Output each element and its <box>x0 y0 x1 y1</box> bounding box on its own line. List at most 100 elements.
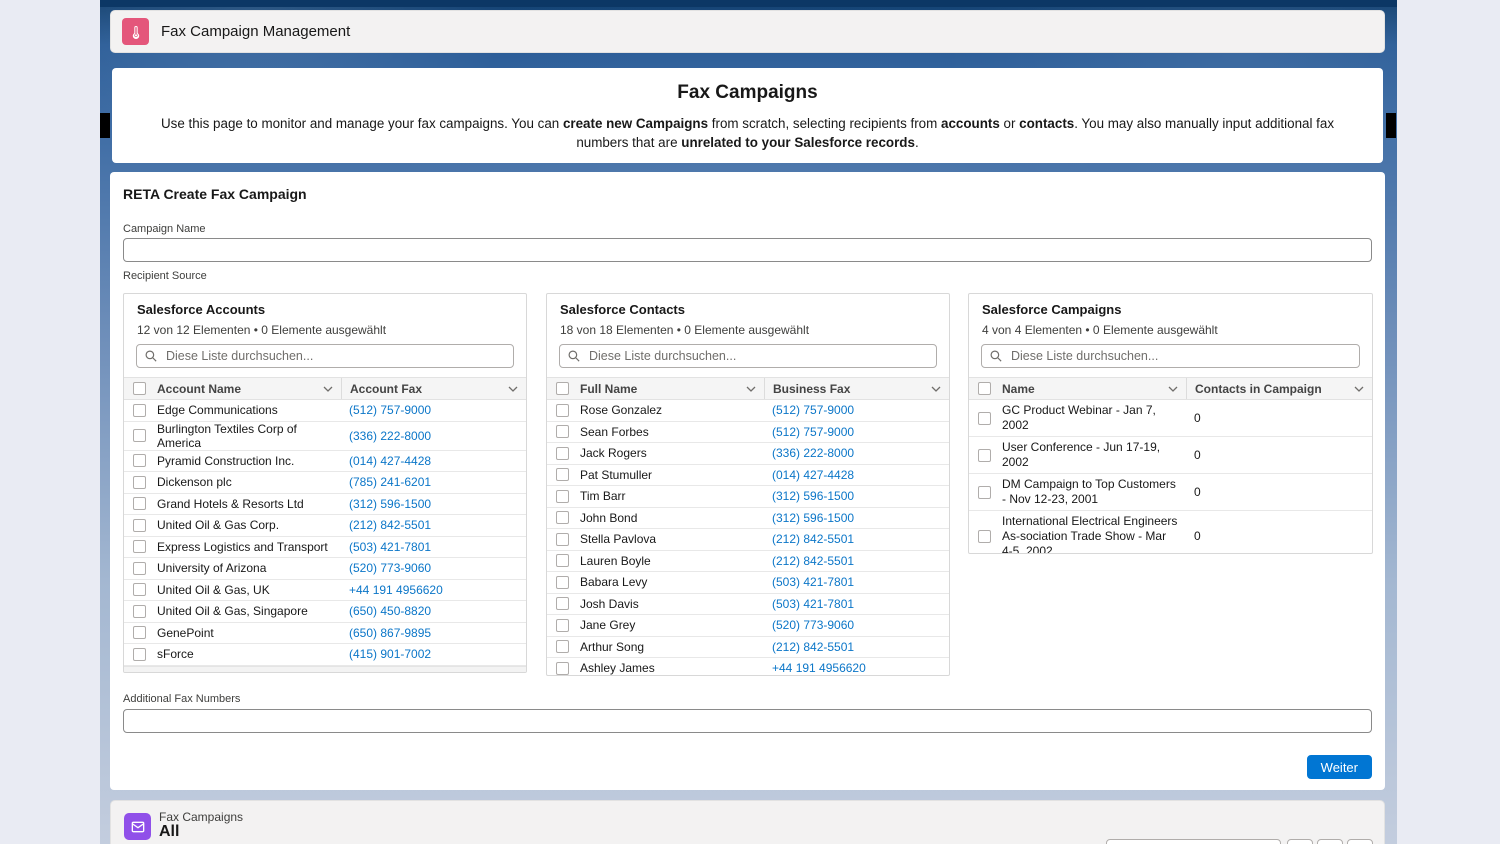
row-check-cell <box>547 490 577 503</box>
footer-toolbar-button-2[interactable] <box>1317 839 1343 844</box>
fax-link[interactable]: (212) 842-5501 <box>772 554 854 568</box>
row-checkbox[interactable] <box>133 648 146 661</box>
row-checkbox[interactable] <box>556 468 569 481</box>
fax-link[interactable]: +44 191 4956620 <box>772 661 866 675</box>
row-checkbox[interactable] <box>133 476 146 489</box>
row-checkbox[interactable] <box>556 619 569 632</box>
additional-fax-input[interactable] <box>123 709 1372 733</box>
fax-link[interactable]: (503) 421-7801 <box>772 597 854 611</box>
column-header-name[interactable]: Name <box>999 378 1186 399</box>
row-checkbox[interactable] <box>556 425 569 438</box>
row-checkbox[interactable] <box>133 404 146 417</box>
row-check-cell <box>547 619 577 632</box>
fax-campaigns-list-card: Fax Campaigns All <box>110 800 1385 844</box>
fax-link[interactable]: +44 191 4956620 <box>349 583 443 597</box>
weiter-button[interactable]: Weiter <box>1307 755 1372 779</box>
cell-name: sForce <box>154 647 341 661</box>
column-header-account-name[interactable]: Account Name <box>154 378 341 399</box>
table-row: Jack Rogers(336) 222-8000 <box>547 443 949 465</box>
contacts-search-input[interactable] <box>587 348 928 364</box>
row-checkbox[interactable] <box>133 583 146 596</box>
row-checkbox[interactable] <box>978 486 991 499</box>
chevron-down-icon <box>746 386 756 392</box>
fax-link[interactable]: (336) 222-8000 <box>349 429 431 443</box>
row-checkbox[interactable] <box>556 533 569 546</box>
fax-link[interactable]: (212) 842-5501 <box>349 518 431 532</box>
row-check-cell <box>124 454 154 467</box>
row-checkbox[interactable] <box>133 562 146 575</box>
fax-link[interactable]: (512) 757-9000 <box>772 425 854 439</box>
row-checkbox[interactable] <box>133 454 146 467</box>
fax-link[interactable]: (650) 867-9895 <box>349 626 431 640</box>
row-checkbox[interactable] <box>978 412 991 425</box>
horizontal-scrollbar[interactable] <box>124 666 526 674</box>
chevron-down-icon <box>1354 386 1364 392</box>
fax-link[interactable]: (212) 842-5501 <box>772 532 854 546</box>
fax-link[interactable]: (650) 450-8820 <box>349 604 431 618</box>
cell-value: 0 <box>1194 448 1201 462</box>
row-checkbox[interactable] <box>556 404 569 417</box>
fax-link[interactable]: (520) 773-9060 <box>349 561 431 575</box>
envelope-icon <box>124 813 151 840</box>
fax-link[interactable]: (312) 596-1500 <box>349 497 431 511</box>
select-all-checkbox[interactable] <box>978 382 991 395</box>
row-check-cell <box>547 404 577 417</box>
row-checkbox[interactable] <box>556 490 569 503</box>
table-row: Josh Davis(503) 421-7801 <box>547 594 949 616</box>
fax-link[interactable]: (512) 757-9000 <box>349 403 431 417</box>
campaigns-search-input[interactable] <box>1009 348 1351 364</box>
footer-entity-label: Fax Campaigns <box>159 810 243 824</box>
fax-link[interactable]: (312) 596-1500 <box>772 511 854 525</box>
accounts-search-input[interactable] <box>164 348 505 364</box>
table-row: Babara Levy(503) 421-7801 <box>547 572 949 594</box>
fax-link[interactable]: (336) 222-8000 <box>772 446 854 460</box>
select-all-cell <box>124 382 154 395</box>
column-header-account-fax[interactable]: Account Fax <box>341 378 526 399</box>
fax-link[interactable]: (503) 421-7801 <box>349 540 431 554</box>
footer-toolbar-button-3[interactable] <box>1347 839 1373 844</box>
row-checkbox[interactable] <box>556 554 569 567</box>
cell-name: GenePoint <box>154 626 341 640</box>
row-checkbox[interactable] <box>556 576 569 589</box>
row-check-cell <box>124 605 154 618</box>
cell-name: GC Product Webinar - Jan 7, 2002 <box>999 403 1186 433</box>
select-all-checkbox[interactable] <box>556 382 569 395</box>
fax-link[interactable]: (512) 757-9000 <box>772 403 854 417</box>
row-checkbox[interactable] <box>978 449 991 462</box>
row-checkbox[interactable] <box>133 540 146 553</box>
row-checkbox[interactable] <box>133 626 146 639</box>
row-checkbox[interactable] <box>556 511 569 524</box>
fax-link[interactable]: (014) 427-4428 <box>772 468 854 482</box>
row-checkbox[interactable] <box>556 640 569 653</box>
row-checkbox[interactable] <box>978 530 991 543</box>
row-checkbox[interactable] <box>556 662 569 675</box>
column-header-full-name[interactable]: Full Name <box>577 378 764 399</box>
fax-link[interactable]: (014) 427-4428 <box>349 454 431 468</box>
select-all-checkbox[interactable] <box>133 382 146 395</box>
search-icon <box>990 350 1002 362</box>
cell-name: Stella Pavlova <box>577 532 764 546</box>
footer-search-input[interactable] <box>1106 839 1281 844</box>
column-header-contacts-in-campaign[interactable]: Contacts in Campaign <box>1186 378 1372 399</box>
column-header-business-fax[interactable]: Business Fax <box>764 378 949 399</box>
fax-link[interactable]: (312) 596-1500 <box>772 489 854 503</box>
row-checkbox[interactable] <box>556 447 569 460</box>
fax-link[interactable]: (785) 241-6201 <box>349 475 431 489</box>
row-checkbox[interactable] <box>133 519 146 532</box>
fax-link[interactable]: (212) 842-5501 <box>772 640 854 654</box>
row-checkbox[interactable] <box>133 605 146 618</box>
table-row: sForce (415) 901-7002 <box>124 644 526 666</box>
fax-link[interactable]: (520) 773-9060 <box>772 618 854 632</box>
row-checkbox[interactable] <box>133 429 146 442</box>
table-row: Edge Communications(512) 757-9000 <box>124 400 526 422</box>
footer-toolbar-button-1[interactable] <box>1287 839 1313 844</box>
fax-link[interactable]: (415) 901-7002 <box>349 647 431 661</box>
campaign-name-input[interactable] <box>123 238 1372 262</box>
fax-link[interactable]: (503) 421-7801 <box>772 575 854 589</box>
table-header-row: Full NameBusiness Fax <box>547 377 949 400</box>
row-checkbox[interactable] <box>133 497 146 510</box>
row-checkbox[interactable] <box>556 597 569 610</box>
create-fax-campaign-card: RETA Create Fax Campaign Campaign Name R… <box>110 172 1385 790</box>
cell-name: Pat Stumuller <box>577 468 764 482</box>
cell-name: Rose Gonzalez <box>577 403 764 417</box>
